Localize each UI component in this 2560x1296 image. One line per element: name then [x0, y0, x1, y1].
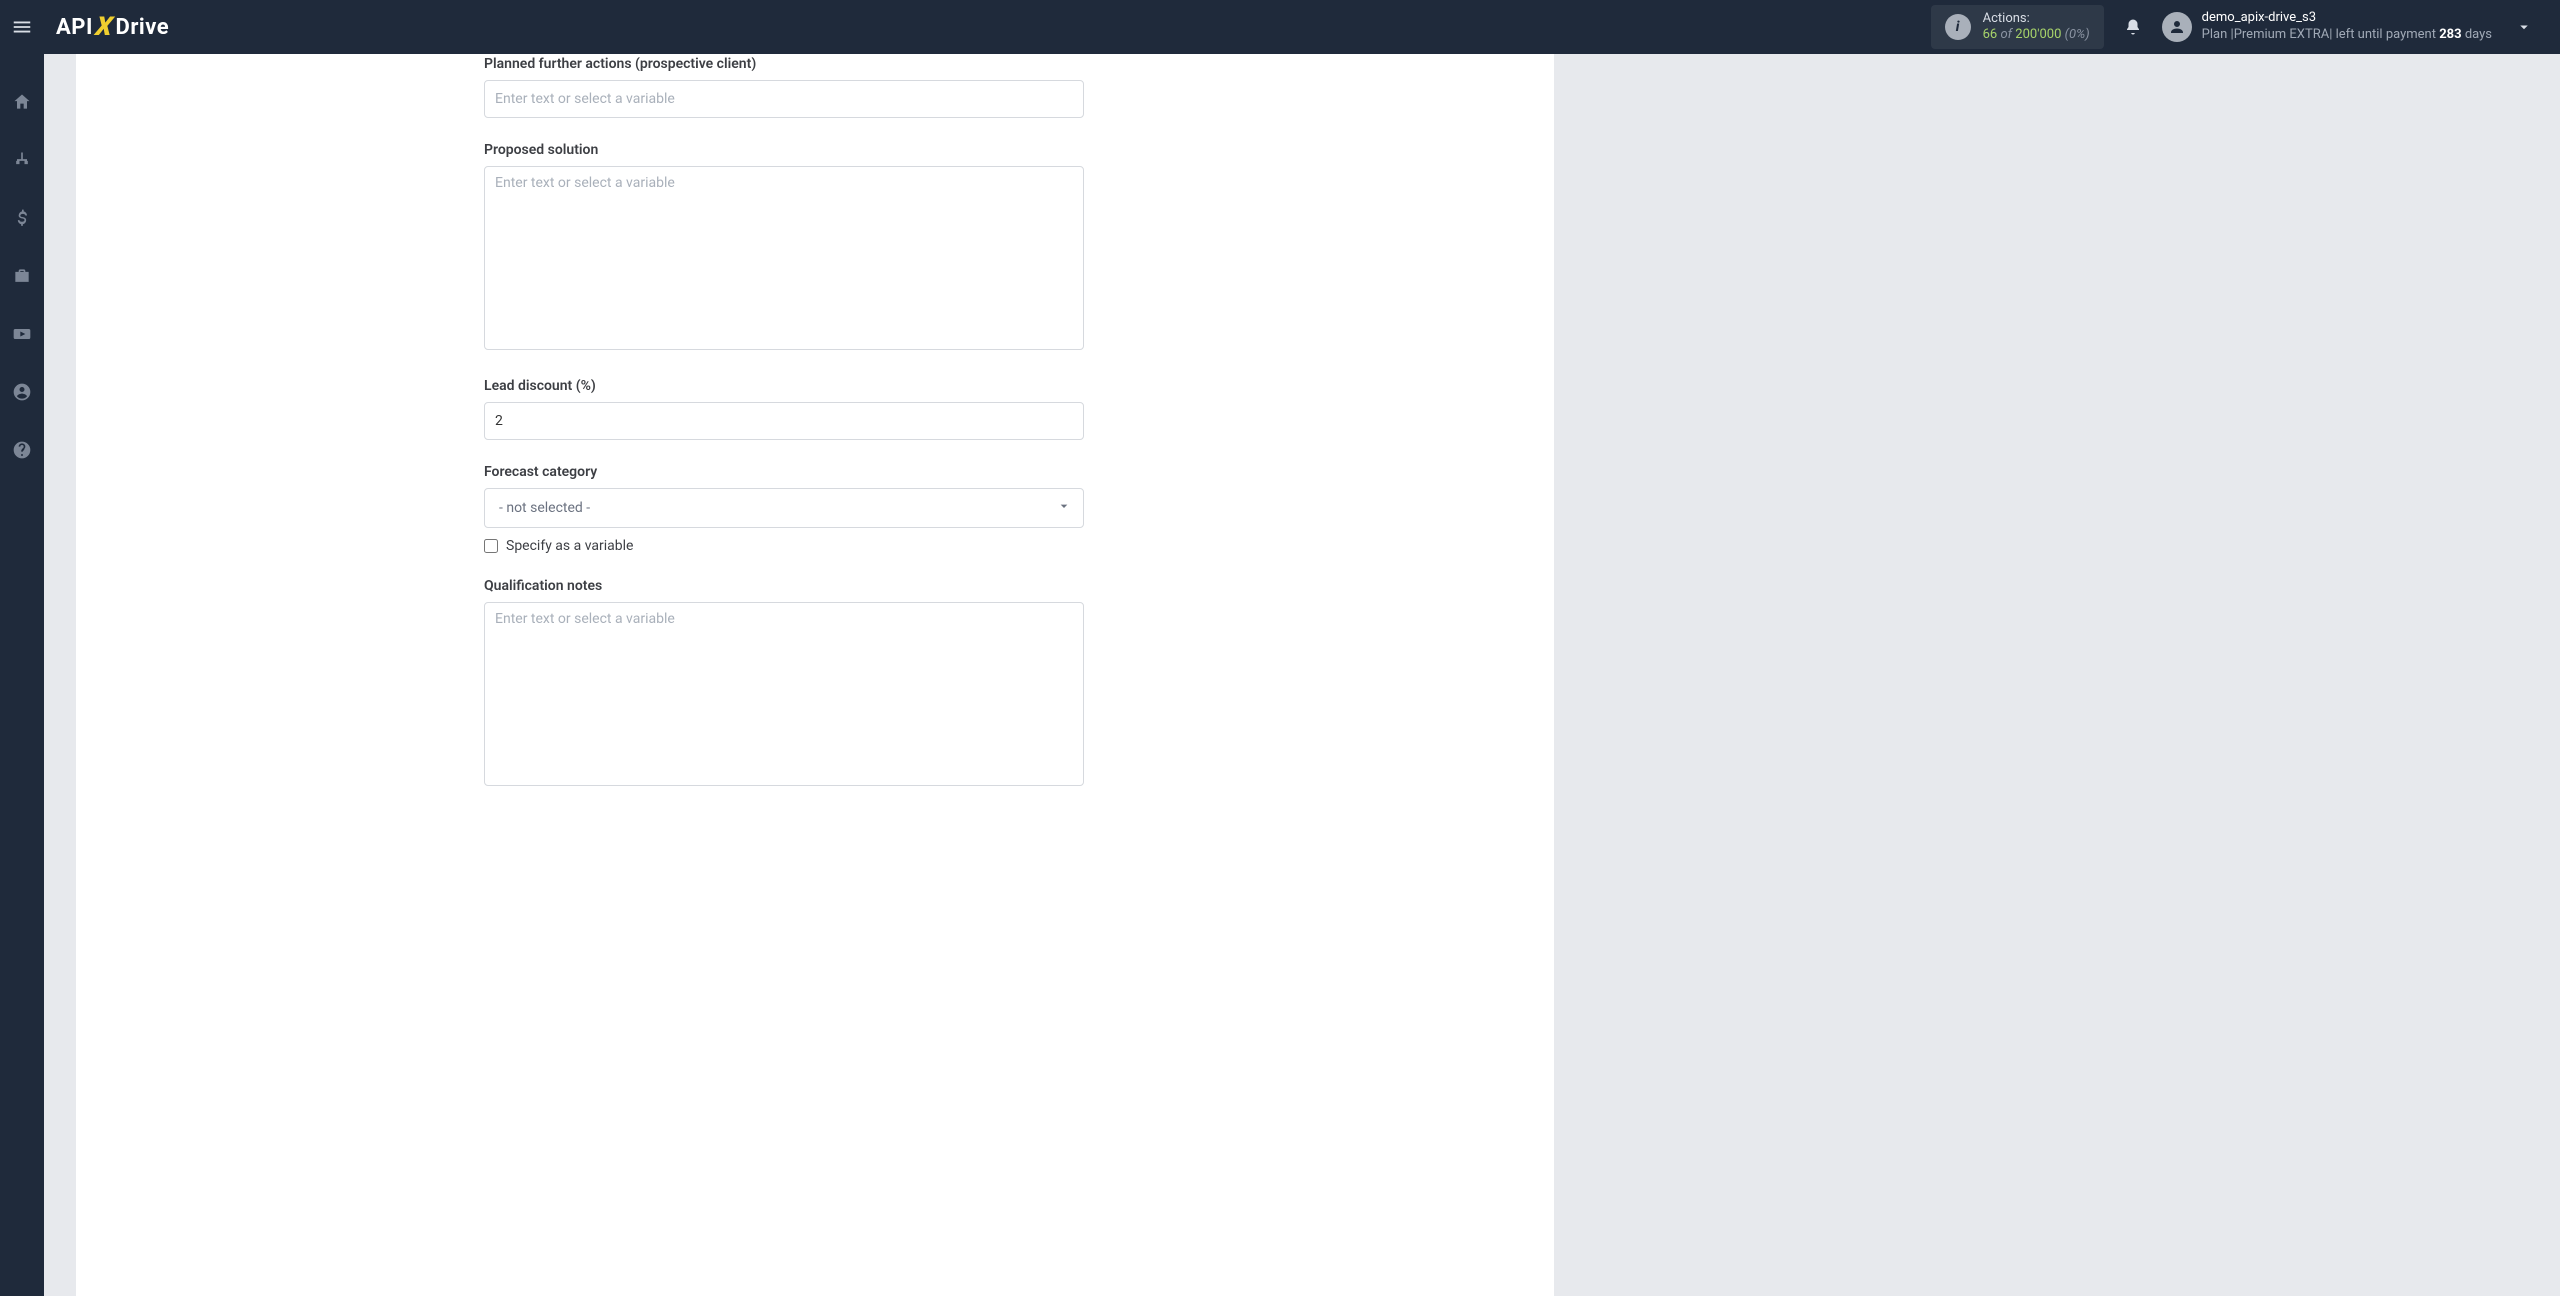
brand-logo: API X Drive: [56, 12, 169, 42]
actions-max: 200'000: [2015, 27, 2061, 42]
field-planned-actions: Planned further actions (prospective cli…: [484, 56, 1084, 118]
top-bar: API X Drive i Actions: 66 of 200'000 (0%…: [0, 0, 2560, 54]
brand-part-drive: Drive: [116, 15, 170, 40]
dollar-icon: [12, 208, 32, 228]
textarea-proposed-solution[interactable]: [484, 166, 1084, 350]
field-proposed-solution: Proposed solution: [484, 142, 1084, 354]
label-planned-actions: Planned further actions (prospective cli…: [484, 56, 1084, 72]
select-forecast-category[interactable]: - not selected -: [484, 488, 1084, 528]
brand-part-api: API: [56, 15, 93, 40]
textarea-qualification-notes[interactable]: [484, 602, 1084, 786]
user-name: demo_apix-drive_s3: [2202, 10, 2492, 27]
user-plan: Plan |Premium EXTRA| left until payment …: [2202, 27, 2492, 44]
content-stage: Planned further actions (prospective cli…: [44, 54, 2560, 1296]
bell-icon: [2124, 18, 2142, 36]
nav-videos[interactable]: [0, 318, 44, 350]
label-lead-discount: Lead discount (%): [484, 378, 1084, 394]
nav-connections[interactable]: [0, 144, 44, 176]
side-nav: [0, 54, 44, 1296]
actions-current: 66: [1983, 27, 1998, 42]
form-column: Planned further actions (prospective cli…: [484, 54, 1084, 814]
question-icon: [12, 440, 32, 460]
user-texts: demo_apix-drive_s3 Plan |Premium EXTRA| …: [2202, 10, 2492, 44]
field-lead-discount: Lead discount (%): [484, 378, 1084, 440]
nav-billing[interactable]: [0, 202, 44, 234]
avatar: [2162, 12, 2192, 42]
chevron-down-icon: [2515, 18, 2533, 36]
user-circle-icon: [12, 382, 32, 402]
input-planned-actions[interactable]: [484, 80, 1084, 118]
home-icon: [12, 92, 32, 112]
nav-projects[interactable]: [0, 260, 44, 292]
sitemap-icon: [12, 150, 32, 170]
youtube-icon: [12, 324, 32, 344]
label-specify-variable: Specify as a variable: [506, 538, 633, 554]
user-icon: [2168, 18, 2186, 36]
input-lead-discount[interactable]: [484, 402, 1084, 440]
field-qualification-notes: Qualification notes: [484, 578, 1084, 790]
forecast-specify-variable[interactable]: Specify as a variable: [484, 538, 1084, 554]
briefcase-icon: [12, 266, 32, 286]
nav-home[interactable]: [0, 86, 44, 118]
field-forecast-category: Forecast category - not selected - Speci…: [484, 464, 1084, 554]
brand-part-x: X: [94, 12, 115, 42]
user-menu-chevron[interactable]: [2504, 18, 2544, 36]
nav-help[interactable]: [0, 434, 44, 466]
menu-toggle-button[interactable]: [0, 0, 44, 54]
user-menu[interactable]: demo_apix-drive_s3 Plan |Premium EXTRA| …: [2162, 10, 2492, 44]
info-icon: i: [1945, 14, 1971, 40]
checkbox-specify-variable[interactable]: [484, 539, 498, 553]
label-proposed-solution: Proposed solution: [484, 142, 1084, 158]
actions-counter[interactable]: i Actions: 66 of 200'000 (0%): [1931, 5, 2104, 49]
label-forecast-category: Forecast category: [484, 464, 1084, 480]
actions-percent: (0%): [2065, 27, 2090, 42]
label-qualification-notes: Qualification notes: [484, 578, 1084, 594]
notifications-button[interactable]: [2116, 18, 2150, 36]
nav-account[interactable]: [0, 376, 44, 408]
actions-of: of: [2000, 27, 2012, 42]
actions-text: Actions: 66 of 200'000 (0%): [1983, 11, 2090, 44]
actions-label: Actions:: [1983, 11, 2090, 27]
hamburger-icon: [11, 16, 33, 38]
form-panel: Planned further actions (prospective cli…: [76, 54, 1554, 1296]
